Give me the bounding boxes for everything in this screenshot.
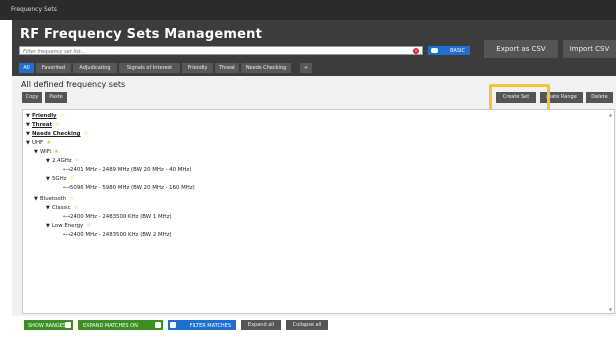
checkbox-icon[interactable] xyxy=(65,322,71,328)
show-ranges-label: SHOW RANGES xyxy=(28,323,67,329)
tree-item[interactable]: ▼ Friendly ☆ xyxy=(26,112,65,120)
tree-item[interactable]: ▼ Needs Checking ☆ xyxy=(26,130,88,138)
star-outline-icon[interactable]: ☆ xyxy=(84,131,89,137)
tree-item-label[interactable]: Classic xyxy=(52,205,71,211)
tab-adjudicating[interactable]: Adjudicating xyxy=(73,63,117,73)
frequency-set-tree[interactable]: ▼ Friendly ☆ ▼ Threat ☆ ▼ Needs Checking ☆ ▼ UH… xyxy=(22,109,615,314)
tree-item-label[interactable]: Friendly xyxy=(32,113,57,119)
tree-item-range[interactable]: ⟷5096 MHz - 5980 MHz (BW 20 MHz - 160 MH… xyxy=(63,184,195,192)
tree-footer: SHOW RANGES EXPAND MATCHES ON FILTER MAT… xyxy=(12,316,616,343)
tree-item[interactable]: ▼ 2.4GHz ☆ xyxy=(46,157,80,165)
filter-matches-label: FILTER MATCHES xyxy=(189,323,231,329)
tree-item-label[interactable]: Threat xyxy=(32,122,52,128)
tree-item-label[interactable]: Low Energy xyxy=(52,223,83,229)
show-ranges-toggle[interactable]: SHOW RANGES xyxy=(24,320,73,330)
tree-item[interactable]: ▼ WiFi ★ xyxy=(34,148,59,156)
filter-matches-toggle[interactable]: FILTER MATCHES xyxy=(168,320,236,330)
basic-mode-label: BASIC xyxy=(450,48,465,54)
paste-button[interactable]: Paste xyxy=(45,92,67,103)
star-outline-icon[interactable]: ☆ xyxy=(75,158,80,164)
collapse-all-button[interactable]: Collapse all xyxy=(286,320,328,330)
star-outline-icon[interactable]: ☆ xyxy=(70,176,75,182)
tab-needs-checking[interactable]: Needs Checking xyxy=(241,63,291,73)
scroll-down-icon[interactable]: ▼ xyxy=(608,307,613,312)
basic-mode-toggle[interactable]: BASIC xyxy=(428,46,470,55)
range-icon: ⟷ xyxy=(63,232,71,238)
tab-threat[interactable]: Threat xyxy=(215,63,239,73)
range-label[interactable]: 2400 MHz - 2483500 KHz (BW 2 MHz) xyxy=(70,232,172,238)
tab-friendly[interactable]: Friendly xyxy=(182,63,213,73)
expand-matches-label: EXPAND MATCHES ON xyxy=(83,323,138,329)
tree-item-range[interactable]: ⟷2401 MHz - 2489 MHz (BW 20 MHz - 40 MHz… xyxy=(63,166,191,174)
export-csv-button[interactable]: Export as CSV xyxy=(484,40,558,58)
scroll-up-icon[interactable]: ▲ xyxy=(608,112,613,117)
filter-input[interactable] xyxy=(20,48,400,56)
window-title: Frequency Sets xyxy=(11,6,57,13)
close-icon[interactable]: × xyxy=(413,48,419,54)
delete-button[interactable]: Delete xyxy=(586,92,613,103)
tree-item-range[interactable]: ⟷2400 MHz - 2483500 KHz (BW 1 MHz) xyxy=(63,213,172,221)
tree-item-label[interactable]: 5GHz xyxy=(52,176,67,182)
range-label[interactable]: 2400 MHz - 2483500 KHz (BW 1 MHz) xyxy=(70,214,172,220)
checkbox-icon[interactable] xyxy=(155,322,161,328)
tree-item[interactable]: ▼ Threat ☆ xyxy=(26,121,60,129)
panel-title: All defined frequency sets xyxy=(21,80,126,89)
range-icon: ⟷ xyxy=(63,185,71,191)
filter-box[interactable]: × xyxy=(19,46,423,56)
copy-button[interactable]: Copy xyxy=(22,92,42,103)
tree-item[interactable]: ▼ Classic ☆ xyxy=(46,204,79,212)
range-icon: ⟷ xyxy=(63,214,71,220)
star-filled-icon[interactable]: ★ xyxy=(46,140,51,146)
tab-favorited[interactable]: Favorited xyxy=(36,63,71,73)
tree-item-label[interactable]: 2.4GHz xyxy=(52,158,72,164)
tree-item-range[interactable]: ⟷2400 MHz - 2483500 KHz (BW 2 MHz) xyxy=(63,231,172,239)
tree-item-label[interactable]: Bluetooth xyxy=(40,196,66,202)
range-label[interactable]: 5096 MHz - 5980 MHz (BW 20 MHz - 160 MHz… xyxy=(70,185,195,191)
star-outline-icon[interactable]: ☆ xyxy=(55,122,60,128)
range-label[interactable]: 2401 MHz - 2489 MHz (BW 20 MHz - 40 MHz) xyxy=(70,167,191,173)
star-filled-icon[interactable]: ★ xyxy=(54,149,59,155)
tree-item-label[interactable]: UHF xyxy=(32,140,43,146)
expand-matches-toggle[interactable]: EXPAND MATCHES ON xyxy=(78,320,163,330)
window-titlebar: Frequency Sets xyxy=(0,0,616,20)
tab-all[interactable]: All xyxy=(19,63,34,73)
toggle-knob xyxy=(431,48,438,53)
tree-item-label[interactable]: WiFi xyxy=(40,149,51,155)
add-tab-button[interactable]: + xyxy=(300,63,312,73)
toggle-knob xyxy=(170,322,176,328)
page-title: RF Frequency Sets Management xyxy=(20,27,262,42)
tree-item[interactable]: ▼ Low Energy ☆ xyxy=(46,222,91,230)
tree-item-label[interactable]: Needs Checking xyxy=(32,131,81,137)
tree-item[interactable]: ▼ UHF ★ xyxy=(26,139,51,147)
star-outline-icon[interactable]: ☆ xyxy=(69,196,74,202)
expand-all-button[interactable]: Expand all xyxy=(241,320,281,330)
import-csv-button[interactable]: Import CSV xyxy=(563,40,616,58)
star-outline-icon[interactable]: ☆ xyxy=(74,205,79,211)
star-outline-icon[interactable]: ☆ xyxy=(86,223,91,229)
tab-signals-of-interest[interactable]: Signals of Interest xyxy=(119,63,180,73)
tree-item[interactable]: ▼ Bluetooth ☆ xyxy=(34,195,74,203)
tree-scrollbar[interactable]: ▲ ▼ xyxy=(608,112,613,312)
star-outline-icon[interactable]: ☆ xyxy=(60,113,65,119)
range-icon: ⟷ xyxy=(63,167,71,173)
tree-item[interactable]: ▼ 5GHz ☆ xyxy=(46,175,74,183)
